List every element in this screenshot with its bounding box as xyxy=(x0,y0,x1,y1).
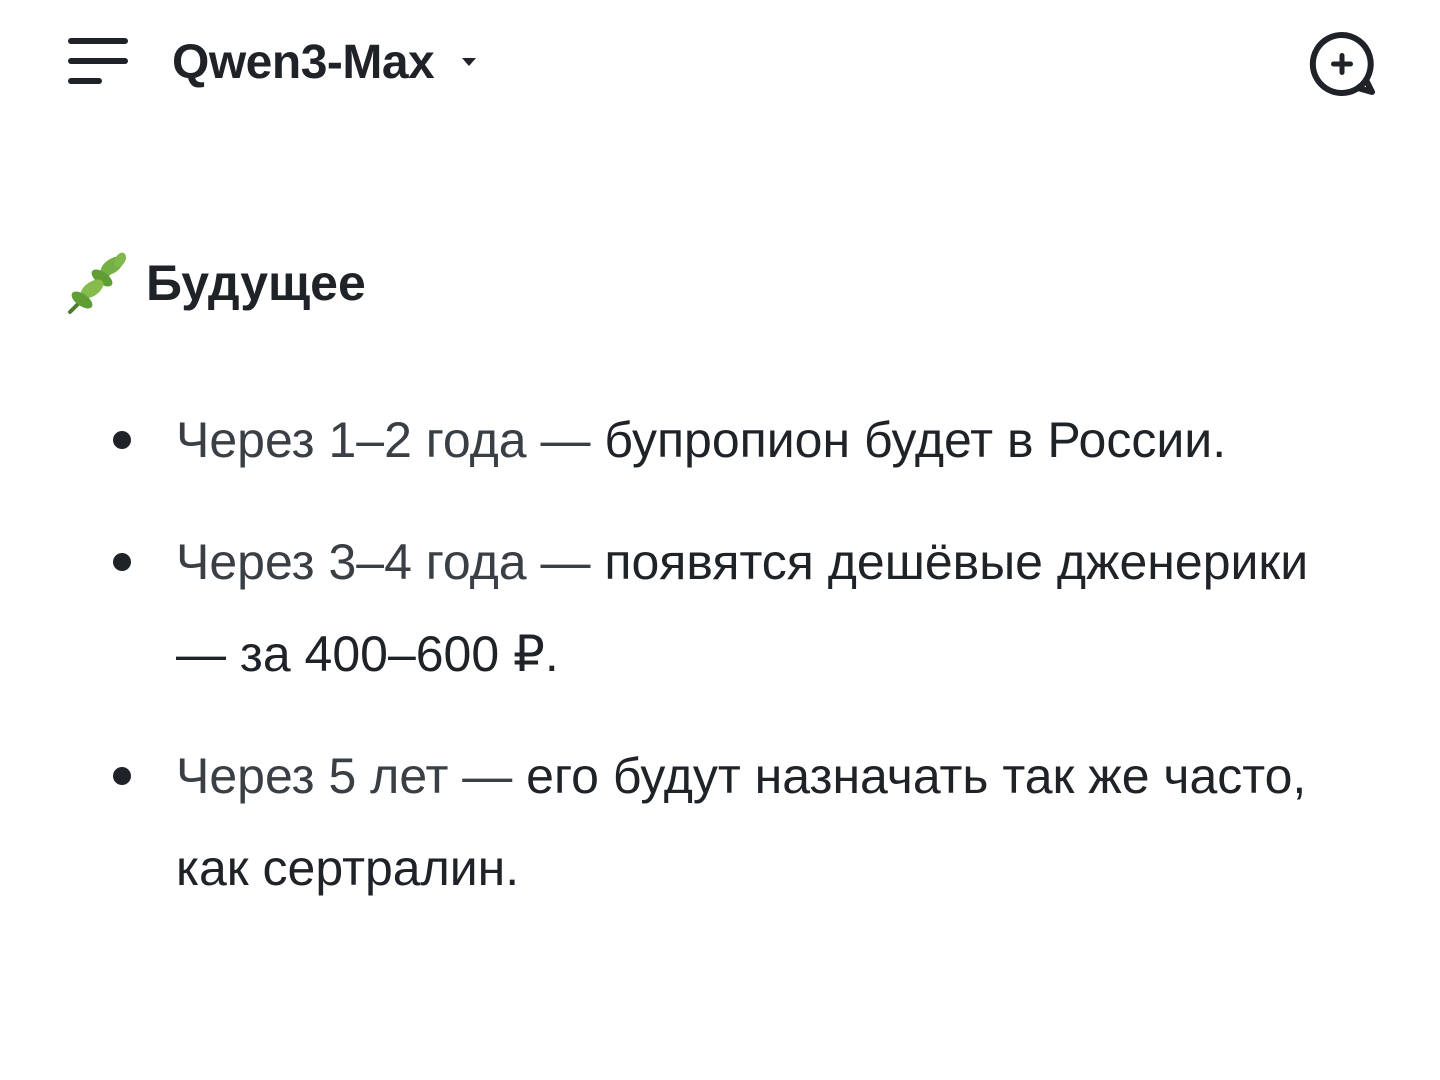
list-item: Через 5 лет — его будут назначать так же… xyxy=(0,730,1440,914)
bullet-dot xyxy=(113,553,131,571)
section-heading: Будущее xyxy=(62,248,366,318)
caret-down-icon xyxy=(462,58,477,66)
list-item: Через 1–2 года — бупропион будет в Росси… xyxy=(0,394,1440,486)
list-item: Через 3–4 года — появятся дешёвые дженер… xyxy=(0,516,1440,700)
section-title: Будущее xyxy=(146,255,366,311)
model-name: Qwen3-Max xyxy=(172,35,435,89)
top-bar: Qwen3-Max xyxy=(0,0,1440,124)
item-lead: Через 3–4 года — xyxy=(176,534,605,590)
bullet-dot xyxy=(113,767,131,785)
menu-icon[interactable] xyxy=(66,34,130,90)
item-lead: Через 5 лет — xyxy=(176,748,527,804)
bullet-dot xyxy=(113,431,131,449)
model-selector[interactable]: Qwen3-Max xyxy=(172,26,478,98)
item-lead: Через 1–2 года — xyxy=(176,412,605,468)
future-list: Через 1–2 года — бупропион будет в Росси… xyxy=(0,394,1440,944)
herb-leaf-icon xyxy=(68,252,126,314)
item-text: бупропион будет в России. xyxy=(604,412,1227,468)
new-chat-icon[interactable] xyxy=(1306,28,1378,100)
